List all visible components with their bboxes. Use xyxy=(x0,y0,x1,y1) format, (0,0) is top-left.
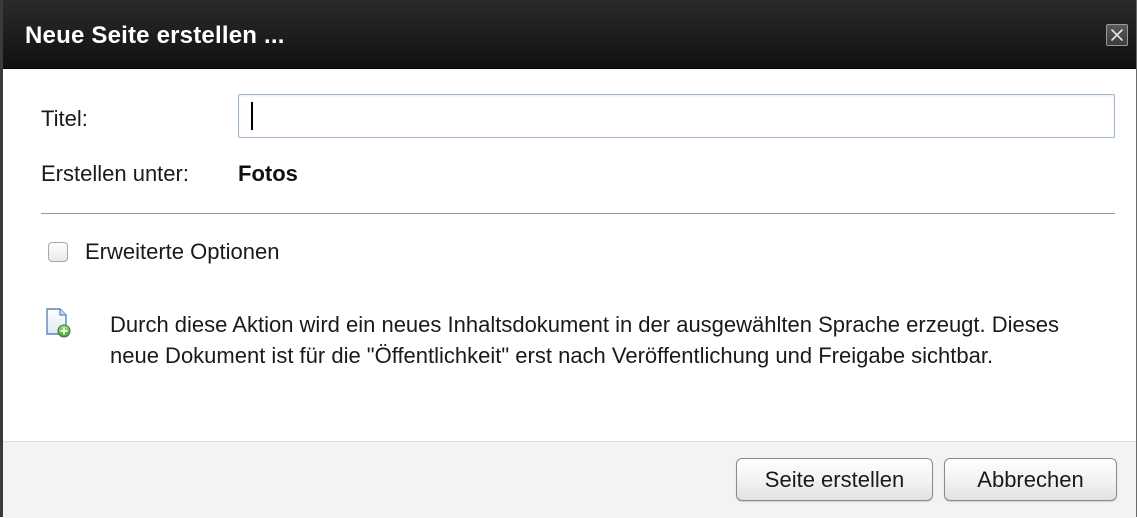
advanced-options-checkbox[interactable] xyxy=(48,242,68,262)
dialog-titlebar: Neue Seite erstellen ... xyxy=(3,0,1136,69)
create-page-dialog: Neue Seite erstellen ... Titel: Erstelle… xyxy=(0,0,1137,518)
close-button[interactable] xyxy=(1106,24,1128,46)
create-under-value: Fotos xyxy=(238,161,298,186)
new-document-icon xyxy=(46,308,71,338)
dialog-title: Neue Seite erstellen ... xyxy=(25,22,285,49)
dialog-footer: Seite erstellen Abbrechen xyxy=(3,441,1136,518)
dialog-content: Titel: Erstellen unter: Fotos Erweiterte… xyxy=(3,69,1136,441)
close-icon xyxy=(1111,29,1123,41)
create-page-button[interactable]: Seite erstellen xyxy=(736,458,933,501)
create-under-label: Erstellen unter: xyxy=(41,161,189,186)
divider xyxy=(41,213,1115,214)
text-cursor xyxy=(251,102,253,130)
info-text: Durch diese Aktion wird ein neues Inhalt… xyxy=(110,312,1059,368)
title-input[interactable] xyxy=(238,94,1115,138)
advanced-options-label[interactable]: Erweiterte Optionen xyxy=(85,239,279,265)
title-label: Titel: xyxy=(41,106,88,131)
cancel-button[interactable]: Abbrechen xyxy=(944,458,1117,501)
